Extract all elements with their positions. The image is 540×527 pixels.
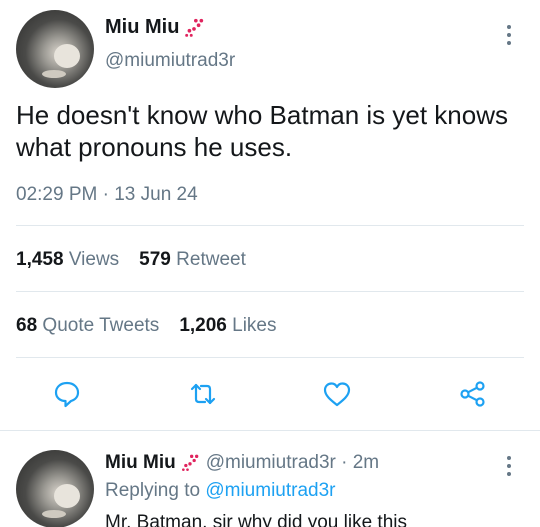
avatar[interactable] [16,10,94,88]
paw-icon [183,17,205,39]
stats-row-quotes: 68 Quote Tweets 1,206 Likes [16,315,297,337]
display-name[interactable]: Miu Miu [105,16,179,39]
paw-icon [180,453,200,473]
replying-to: Replying to @miumiutrad3r [105,480,336,501]
tweet-text: He doesn't know who Batman is yet knows … [16,100,508,162]
reply-text: Mr. Batman, sir why did you like this [105,512,407,527]
stat-retweets[interactable]: 579 Retweet [139,249,246,271]
author-handle[interactable]: @miumiutrad3r [105,50,235,72]
replying-to-link[interactable]: @miumiutrad3r [205,480,335,501]
more-icon[interactable] [499,23,519,47]
timestamp[interactable]: 02:29 PM · 13 Jun 24 [16,184,198,206]
author-name-row: Miu Miu [105,16,205,39]
avatar-cat [54,44,80,68]
reply-display-name[interactable]: Miu Miu [105,452,176,474]
stat-likes[interactable]: 1,206 Likes [179,315,276,337]
reply-icon[interactable] [52,379,82,409]
reply-author-row: Miu Miu @miumiutrad3r · 2m [105,452,379,474]
reply-handle-time[interactable]: @miumiutrad3r · 2m [206,452,379,474]
retweet-icon[interactable] [188,379,218,409]
avatar-bowl [42,510,66,518]
stat-views[interactable]: 1,458 Views [16,249,119,271]
divider [0,430,540,431]
reply-avatar[interactable] [16,450,94,527]
author-handle-row: @miumiutrad3r [105,50,235,72]
share-icon[interactable] [458,379,488,409]
like-icon[interactable] [322,379,352,409]
stat-quote-tweets[interactable]: 68 Quote Tweets [16,315,159,337]
reply-more-icon[interactable] [499,454,519,478]
divider [16,291,524,292]
divider [16,225,524,226]
stats-row-views: 1,458 Views 579 Retweet [16,249,266,271]
divider [16,357,524,358]
avatar-bowl [42,70,66,78]
avatar-cat [54,484,80,508]
